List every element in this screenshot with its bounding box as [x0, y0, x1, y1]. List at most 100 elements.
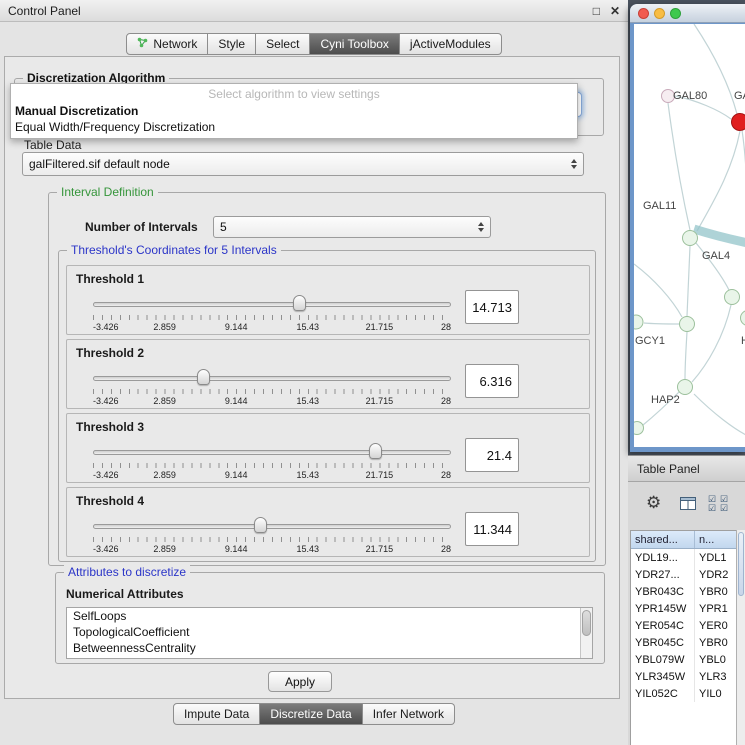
list-item[interactable]: TopologicalCoefficient [67, 624, 592, 640]
close-traffic-light[interactable] [638, 8, 649, 19]
slider-tick-labels: -3.426 2.859 9.144 15.43 21.715 28 [93, 396, 451, 407]
tab-network[interactable]: Network [126, 33, 208, 55]
slider-track[interactable] [93, 450, 451, 455]
slider-handle[interactable] [293, 295, 306, 311]
scrollbar-thumb[interactable] [582, 610, 591, 636]
threshold-2-slider[interactable]: -3.426 2.859 9.144 15.43 21.715 28 [93, 368, 451, 408]
attributes-scrollbar[interactable] [580, 608, 592, 658]
slider-handle[interactable] [254, 517, 267, 533]
table-row[interactable]: YPR145WYPR1 [631, 600, 736, 617]
table-cell[interactable]: YBL079W [631, 651, 695, 668]
stepper-icon[interactable] [478, 222, 484, 232]
threshold-2-value-field[interactable]: 6.316 [465, 364, 519, 398]
network-node[interactable] [683, 231, 698, 246]
tab-infer-network[interactable]: Infer Network [363, 703, 455, 725]
close-icon[interactable]: ✕ [610, 4, 620, 18]
float-window-icon[interactable]: □ [593, 4, 600, 18]
table-cell[interactable]: YPR145W [631, 600, 695, 617]
table-cell[interactable]: YLR3 [695, 668, 736, 685]
checkbox-grid-icon[interactable]: ☑ ☑ ☑ ☑ [708, 495, 732, 513]
number-of-intervals-select[interactable]: 5 [213, 216, 491, 238]
thresholds-group: Threshold's Coordinates for 5 Intervals … [58, 250, 596, 562]
network-node[interactable] [678, 380, 693, 395]
threshold-1-slider[interactable]: -3.426 2.859 9.144 15.43 21.715 28 [93, 294, 451, 334]
network-node[interactable] [634, 422, 644, 435]
threshold-panel-3: Threshold 3 -3.426 2.859 9.144 15.43 21.… [66, 413, 590, 483]
top-tab-bar: Network Style Select Cyni Toolbox jActiv… [0, 33, 628, 55]
table-row[interactable]: YBL079WYBL0 [631, 651, 736, 668]
table-cell[interactable]: YDL1 [695, 549, 736, 566]
minimize-traffic-light[interactable] [654, 8, 665, 19]
tab-label: Cyni Toolbox [320, 37, 388, 51]
table-cell[interactable]: YLR345W [631, 668, 695, 685]
network-node[interactable] [725, 290, 740, 305]
table-row[interactable]: YER054CYER0 [631, 617, 736, 634]
table-cell[interactable]: YER0 [695, 617, 736, 634]
network-node[interactable] [741, 311, 745, 326]
table-cell[interactable]: YER054C [631, 617, 695, 634]
tab-label: Infer Network [373, 707, 444, 721]
table-row[interactable]: YDL19...YDL1 [631, 549, 736, 566]
network-graph [634, 24, 745, 447]
network-node[interactable] [680, 317, 695, 332]
thick-edge[interactable] [694, 229, 745, 243]
list-item[interactable]: BetweennessCentrality [67, 640, 592, 656]
threshold-4-value-field[interactable]: 11.344 [465, 512, 519, 546]
threshold-3-value-field[interactable]: 21.4 [465, 438, 519, 472]
tab-select[interactable]: Select [256, 33, 310, 55]
table-cell[interactable]: YDL19... [631, 549, 695, 566]
node-label: GA [734, 90, 745, 102]
tab-cyni-toolbox[interactable]: Cyni Toolbox [310, 33, 399, 55]
tab-label: Style [218, 37, 245, 51]
threshold-1-value-field[interactable]: 14.713 [465, 290, 519, 324]
slider-track[interactable] [93, 302, 451, 307]
tab-impute-data[interactable]: Impute Data [173, 703, 260, 725]
table-cell[interactable]: YBR045C [631, 634, 695, 651]
table-cell[interactable]: YBL0 [695, 651, 736, 668]
slider-handle[interactable] [197, 369, 210, 385]
column-header-shared-name[interactable]: shared... [631, 531, 695, 548]
threshold-3-slider[interactable]: -3.426 2.859 9.144 15.43 21.715 28 [93, 442, 451, 482]
tab-style[interactable]: Style [208, 33, 256, 55]
column-header-name[interactable]: n... [695, 531, 736, 548]
slider-handle[interactable] [369, 443, 382, 459]
network-canvas[interactable]: GAL80 GA GAL11 GAL4 GCY1 H HAP2 [634, 24, 745, 447]
zoom-traffic-light[interactable] [670, 8, 681, 19]
columns-icon[interactable] [680, 497, 696, 513]
table-cell[interactable]: YIL0 [695, 685, 736, 702]
table-cell[interactable]: YPR1 [695, 600, 736, 617]
tab-jactivemodules[interactable]: jActiveModules [400, 33, 502, 55]
node-label: GCY1 [635, 335, 665, 347]
table-row[interactable]: YDR27...YDR2 [631, 566, 736, 583]
node-table: shared... n... YDL19...YDL1 YDR27...YDR2… [630, 530, 737, 745]
attributes-group: Attributes to discretize Numerical Attri… [55, 572, 605, 664]
stepper-icon[interactable] [571, 159, 577, 169]
network-node[interactable] [634, 315, 643, 329]
threshold-4-slider[interactable]: -3.426 2.859 9.144 15.43 21.715 28 [93, 516, 451, 556]
apply-button[interactable]: Apply [268, 671, 332, 692]
tab-discretize-data[interactable]: Discretize Data [260, 703, 362, 725]
table-row[interactable]: YLR345WYLR3 [631, 668, 736, 685]
table-cell[interactable]: YBR043C [631, 583, 695, 600]
table-cell[interactable]: YBR0 [695, 634, 736, 651]
selected-network-node[interactable] [732, 114, 745, 131]
table-cell[interactable]: YDR27... [631, 566, 695, 583]
table-row[interactable]: YIL052CYIL0 [631, 685, 736, 702]
table-cell[interactable]: YDR2 [695, 566, 736, 583]
table-scrollbar[interactable] [736, 530, 745, 745]
slider-track[interactable] [93, 524, 451, 529]
thresholds-group-title: Threshold's Coordinates for 5 Intervals [67, 243, 281, 257]
table-cell[interactable]: YIL052C [631, 685, 695, 702]
scrollbar-thumb[interactable] [738, 532, 744, 596]
table-row[interactable]: YBR045CYBR0 [631, 634, 736, 651]
dropdown-option-manual-discretization[interactable]: Manual Discretization [11, 103, 577, 119]
list-item[interactable]: SelfLoops [67, 608, 592, 624]
table-data-select[interactable]: galFiltered.sif default node [22, 152, 584, 176]
tab-label: Select [266, 37, 299, 51]
table-panel-header: Table Panel [628, 455, 745, 482]
dropdown-option-equal-width-frequency[interactable]: Equal Width/Frequency Discretization [11, 119, 577, 135]
slider-track[interactable] [93, 376, 451, 381]
table-row[interactable]: YBR043CYBR0 [631, 583, 736, 600]
gear-icon[interactable]: ⚙ [646, 493, 661, 513]
table-cell[interactable]: YBR0 [695, 583, 736, 600]
